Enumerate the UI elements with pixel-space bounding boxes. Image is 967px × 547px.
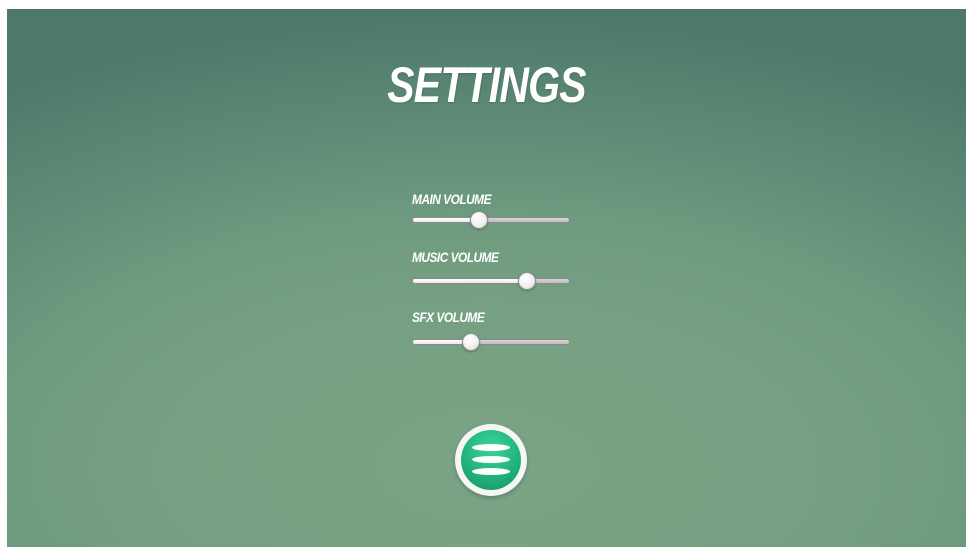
sfx-volume-control: SFX VOLUME — [412, 308, 572, 351]
hamburger-menu-icon — [461, 430, 521, 490]
page-title: SETTINGS — [387, 57, 586, 113]
main-volume-label: MAIN VOLUME — [412, 191, 492, 207]
menu-bar-bottom — [472, 468, 510, 475]
main-volume-thumb[interactable] — [469, 211, 488, 229]
sfx-volume-label: SFX VOLUME — [412, 309, 485, 325]
music-volume-fill — [413, 279, 527, 283]
sfx-volume-slider[interactable] — [412, 333, 570, 351]
menu-bar-top — [472, 444, 510, 451]
main-volume-control: MAIN VOLUME — [412, 190, 572, 229]
music-volume-label: MUSIC VOLUME — [412, 249, 499, 265]
settings-screen: SETTINGS MAIN VOLUME MUSIC VOLUME SFX VO… — [7, 9, 966, 547]
music-volume-slider[interactable] — [412, 272, 570, 290]
music-volume-control: MUSIC VOLUME — [412, 248, 572, 290]
menu-button[interactable] — [455, 424, 527, 496]
menu-bar-middle — [472, 456, 510, 463]
music-volume-thumb[interactable] — [517, 272, 536, 290]
sfx-volume-thumb[interactable] — [461, 333, 480, 351]
main-volume-slider[interactable] — [412, 211, 570, 229]
main-volume-fill — [413, 218, 479, 222]
